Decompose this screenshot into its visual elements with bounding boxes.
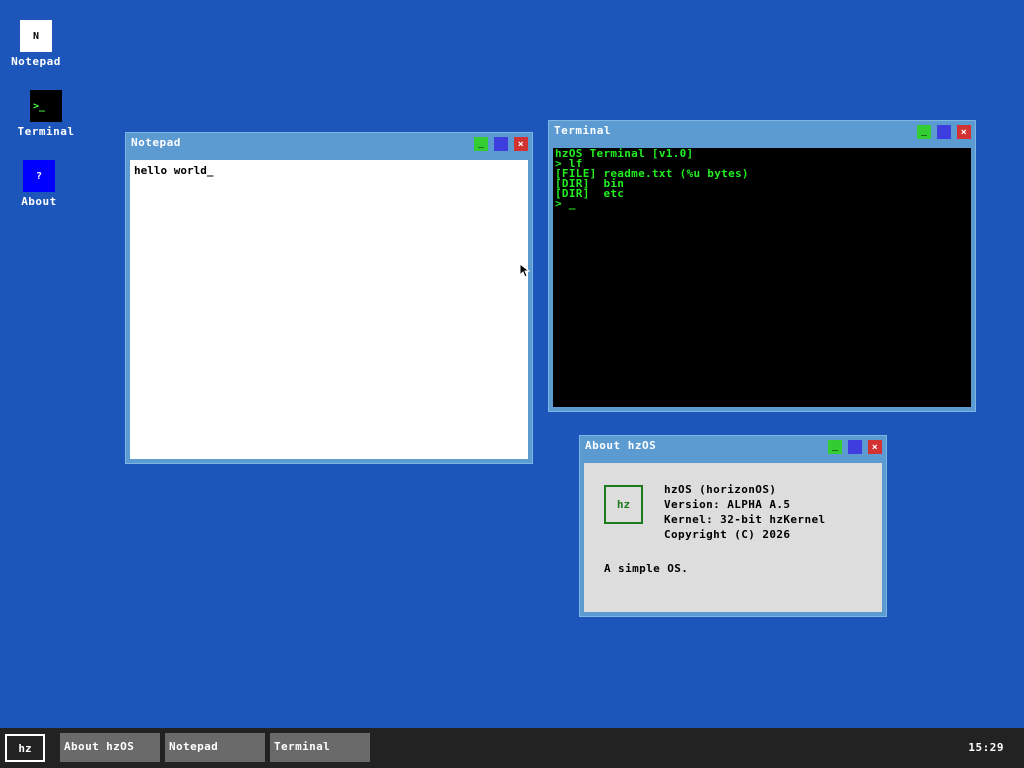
desktop-icon-terminal[interactable]: >_ Terminal bbox=[11, 90, 81, 138]
window-titlebar[interactable]: About hzOS × bbox=[580, 436, 886, 460]
about-info: hzOS (horizonOS) Version: ALPHA A.5 Kern… bbox=[664, 482, 826, 542]
notepad-icon: N bbox=[20, 20, 52, 52]
os-kernel: Kernel: 32-bit hzKernel bbox=[664, 513, 826, 526]
minimize-icon bbox=[832, 449, 838, 451]
taskbar-item-notepad[interactable]: Notepad bbox=[165, 733, 265, 762]
minimize-icon bbox=[478, 146, 484, 148]
terminal-icon: >_ bbox=[30, 90, 62, 122]
desktop-icon-label: Terminal bbox=[17, 125, 75, 138]
window-titlebar[interactable]: Notepad × bbox=[126, 133, 532, 157]
terminal-line: hzOS Terminal [v1.0] bbox=[555, 147, 694, 160]
taskbar-clock: 15:29 bbox=[968, 741, 1004, 754]
close-button[interactable]: × bbox=[957, 125, 971, 139]
mouse-pointer-icon bbox=[519, 263, 531, 278]
minimize-button[interactable] bbox=[474, 137, 488, 151]
close-button[interactable]: × bbox=[868, 440, 882, 454]
terminal-window: Terminal × hzOS Terminal [v1.0] > lf [FI… bbox=[548, 120, 976, 412]
os-name: hzOS (horizonOS) bbox=[664, 483, 777, 496]
taskbar-item-about[interactable]: About hzOS bbox=[60, 733, 160, 762]
start-button[interactable]: hz bbox=[5, 734, 45, 762]
minimize-button[interactable] bbox=[917, 125, 931, 139]
desktop-icon-about[interactable]: ? About bbox=[4, 160, 74, 208]
maximize-button[interactable] bbox=[494, 137, 508, 151]
minimize-button[interactable] bbox=[828, 440, 842, 454]
notepad-window: Notepad × hello world_ bbox=[125, 132, 533, 464]
notepad-text-area[interactable]: hello world_ bbox=[130, 160, 528, 459]
taskbar: hz About hzOS Notepad Terminal 15:29 bbox=[0, 728, 1024, 768]
desktop-icon-label: Notepad bbox=[11, 55, 61, 68]
desktop-icon-label: About bbox=[21, 195, 57, 208]
minimize-icon bbox=[921, 134, 927, 136]
close-button[interactable]: × bbox=[514, 137, 528, 151]
os-description: A simple OS. bbox=[604, 562, 689, 575]
notepad-content: hello world_ bbox=[134, 164, 214, 177]
desktop-icon-notepad[interactable]: N Notepad bbox=[1, 20, 71, 68]
window-title: Notepad bbox=[131, 136, 181, 149]
terminal-prompt: > _ bbox=[555, 197, 576, 210]
about-content: hz hzOS (horizonOS) Version: ALPHA A.5 K… bbox=[584, 463, 882, 612]
window-title: Terminal bbox=[554, 124, 611, 137]
window-title: About hzOS bbox=[585, 439, 657, 452]
maximize-button[interactable] bbox=[848, 440, 862, 454]
os-version: Version: ALPHA A.5 bbox=[664, 498, 791, 511]
maximize-button[interactable] bbox=[937, 125, 951, 139]
terminal-output[interactable]: hzOS Terminal [v1.0] > lf [FILE] readme.… bbox=[553, 148, 971, 407]
hz-logo-icon: hz bbox=[604, 485, 643, 524]
os-copyright: Copyright (C) 2026 bbox=[664, 528, 791, 541]
terminal-line: [DIR] etc bbox=[555, 187, 625, 200]
about-window: About hzOS × hz hzOS (horizonOS) Version… bbox=[579, 435, 887, 617]
help-icon: ? bbox=[23, 160, 55, 192]
window-titlebar[interactable]: Terminal × bbox=[549, 121, 975, 145]
taskbar-item-terminal[interactable]: Terminal bbox=[270, 733, 370, 762]
